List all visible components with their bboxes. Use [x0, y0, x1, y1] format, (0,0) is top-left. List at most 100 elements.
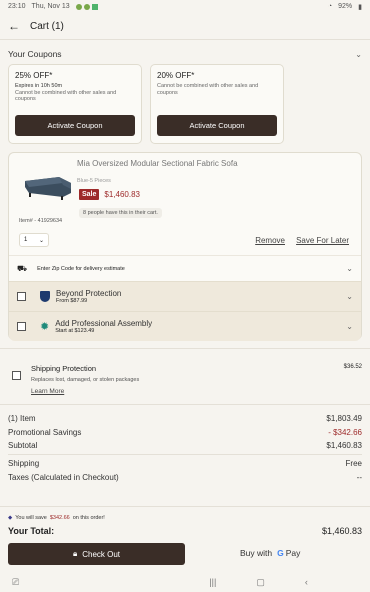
cart-popularity-note: 8 people have this in their cart.	[79, 208, 162, 218]
back-icon[interactable]: ‹	[305, 577, 308, 587]
cart-item-card: Mia Oversized Modular Sectional Fabric S…	[8, 152, 362, 341]
assembly-price: Start at $123.49	[55, 328, 95, 334]
shipping-protection-title: Shipping Protection	[31, 364, 97, 373]
protection-name: Beyond Protection	[56, 289, 122, 298]
lock-icon: 🔒︎	[72, 549, 78, 558]
assembly-text: Add Professional Assembly Start at $123.…	[55, 319, 340, 334]
coupon-card: 25% OFF* Expires in 10h 50m Cannot be co…	[8, 64, 142, 144]
coupons-label: Your Coupons	[8, 49, 62, 59]
quantity-select[interactable]: 1 ⌄	[19, 233, 49, 247]
promo-label: Promotional Savings	[8, 428, 82, 437]
product-name[interactable]: Mia Oversized Modular Sectional Fabric S…	[77, 159, 238, 168]
shipping-value: Free	[345, 459, 362, 468]
android-icon	[75, 3, 82, 10]
checkout-footer: ◆ You will save $342.66 on this order! Y…	[0, 506, 370, 592]
summary-promo-row: Promotional Savings - $342.66	[8, 428, 362, 437]
coupon-expiry: Expires in 10h 50m	[15, 83, 63, 89]
protection-checkbox[interactable]	[17, 292, 26, 301]
checkout-label: Check Out	[82, 549, 121, 559]
coupon-percent: 20% OFF*	[157, 71, 195, 80]
quantity-value: 1	[24, 237, 28, 243]
coupons-header[interactable]: Your Coupons ⌄	[0, 40, 370, 62]
sale-badge: Sale	[79, 189, 100, 200]
total-label: Your Total:	[8, 526, 55, 536]
product-variant: Blue-5 Pieces	[77, 178, 111, 184]
summary-taxes-row: Taxes (Calculated in Checkout) --	[8, 473, 362, 482]
status-bar: 23:10 Thu, Nov 13 ◔ 92% ▮	[0, 0, 370, 13]
section-divider	[0, 404, 370, 405]
coupon-list: 25% OFF* Expires in 10h 50m Cannot be co…	[0, 64, 370, 144]
system-nav-bar: ⎚ ||| ▢ ‹	[0, 572, 370, 592]
google-pay-button[interactable]: Buy with G Pay	[240, 548, 300, 558]
activate-coupon-button[interactable]: Activate Coupon	[157, 115, 277, 136]
gear-icon: ✹	[40, 321, 50, 333]
checkout-button[interactable]: 🔒︎ Check Out	[8, 543, 185, 565]
chevron-down-icon[interactable]: ⌄	[355, 50, 362, 59]
assembly-row[interactable]: ✹ Add Professional Assembly Start at $12…	[9, 311, 361, 341]
gpay-prefix: Buy with	[240, 548, 273, 558]
total-value: $1,460.83	[321, 526, 362, 536]
item-number: Item# - 41929634	[19, 218, 63, 224]
shipping-label: Shipping	[8, 459, 40, 468]
shipping-protection-desc: Replaces lost, damaged, or stolen packag…	[31, 377, 140, 383]
subtotal-label: Subtotal	[8, 441, 38, 450]
chevron-down-icon: ⌄	[38, 237, 44, 244]
notification-icons	[75, 3, 98, 10]
zip-code-prompt: Enter Zip Code for delivery estimate	[37, 265, 125, 272]
summary-shipping-row: Shipping Free	[8, 459, 362, 468]
coupon-percent: 25% OFF*	[15, 71, 53, 80]
recents-icon[interactable]: |||	[209, 577, 216, 587]
back-arrow-icon[interactable]: ←	[8, 19, 20, 33]
savings-suffix: on this order!	[72, 515, 105, 521]
coupon-card: 20% OFF* Cannot be combined with other s…	[150, 64, 284, 144]
items-label: (1) Item	[8, 414, 36, 423]
android-icon	[83, 3, 90, 10]
activate-coupon-button[interactable]: Activate Coupon	[15, 115, 135, 136]
battery-level: 92%	[338, 3, 353, 10]
savings-prefix: You will save	[15, 515, 47, 521]
gpay-brand: Pay	[285, 548, 301, 558]
chevron-down-icon[interactable]: ⌄	[346, 264, 353, 273]
shipping-protection-section: Shipping Protection Replaces lost, damag…	[0, 352, 370, 402]
chevron-down-icon[interactable]: ⌄	[346, 322, 353, 331]
status-date: Thu, Nov 13	[31, 3, 70, 10]
truck-icon: ⛟	[17, 263, 28, 273]
summary-items-row: (1) Item $1,803.49	[8, 414, 362, 423]
savings-message: ◆ You will save $342.66 on this order!	[8, 515, 105, 521]
taxes-label: Taxes (Calculated in Checkout)	[8, 473, 119, 482]
battery-icon: ▮	[358, 3, 362, 11]
status-left: 23:10 Thu, Nov 13	[8, 3, 98, 10]
promo-value: - $342.66	[328, 428, 362, 437]
home-icon[interactable]: ▢	[256, 577, 265, 588]
protection-price: From $87.99	[56, 298, 88, 304]
coupon-note: Cannot be combined with other sales and …	[15, 89, 117, 103]
sale-price: $1,460.83	[104, 190, 140, 199]
app-notification-icon	[91, 3, 98, 10]
zip-code-row[interactable]: ⛟ Enter Zip Code for delivery estimate ⌄	[9, 255, 361, 281]
taxes-value: --	[356, 473, 362, 482]
google-g-icon: G	[277, 548, 284, 558]
assembly-name: Add Professional Assembly	[55, 319, 153, 328]
shipping-protection-checkbox[interactable]	[12, 371, 21, 380]
nav-buttons: ||| ▢ ‹	[209, 577, 308, 588]
status-time: 23:10	[8, 3, 26, 10]
shipping-protection-price: $36.52	[343, 364, 362, 370]
subtotal-value: $1,460.83	[326, 441, 362, 450]
coupon-note: Cannot be combined with other sales and …	[157, 83, 259, 96]
summary-subtotal-row: Subtotal $1,460.83	[8, 441, 362, 450]
assembly-checkbox[interactable]	[17, 322, 26, 331]
shield-icon	[40, 291, 50, 302]
page-title: Cart (1)	[30, 20, 64, 32]
beyond-protection-row[interactable]: Beyond Protection From $87.99 ⌄	[9, 281, 361, 311]
product-image[interactable]	[19, 167, 77, 203]
wifi-icon: ◔	[327, 3, 333, 10]
remove-link[interactable]: Remove	[255, 236, 285, 245]
savings-amount: $342.66	[49, 515, 70, 521]
screenshot-icon[interactable]: ⎚	[12, 577, 19, 588]
learn-more-link[interactable]: Learn More	[31, 388, 64, 395]
app-header: ← Cart (1)	[0, 13, 370, 39]
save-for-later-link[interactable]: Save For Later	[296, 236, 349, 245]
chevron-down-icon[interactable]: ⌄	[346, 292, 353, 301]
summary-divider	[8, 454, 362, 455]
section-divider	[0, 348, 370, 349]
